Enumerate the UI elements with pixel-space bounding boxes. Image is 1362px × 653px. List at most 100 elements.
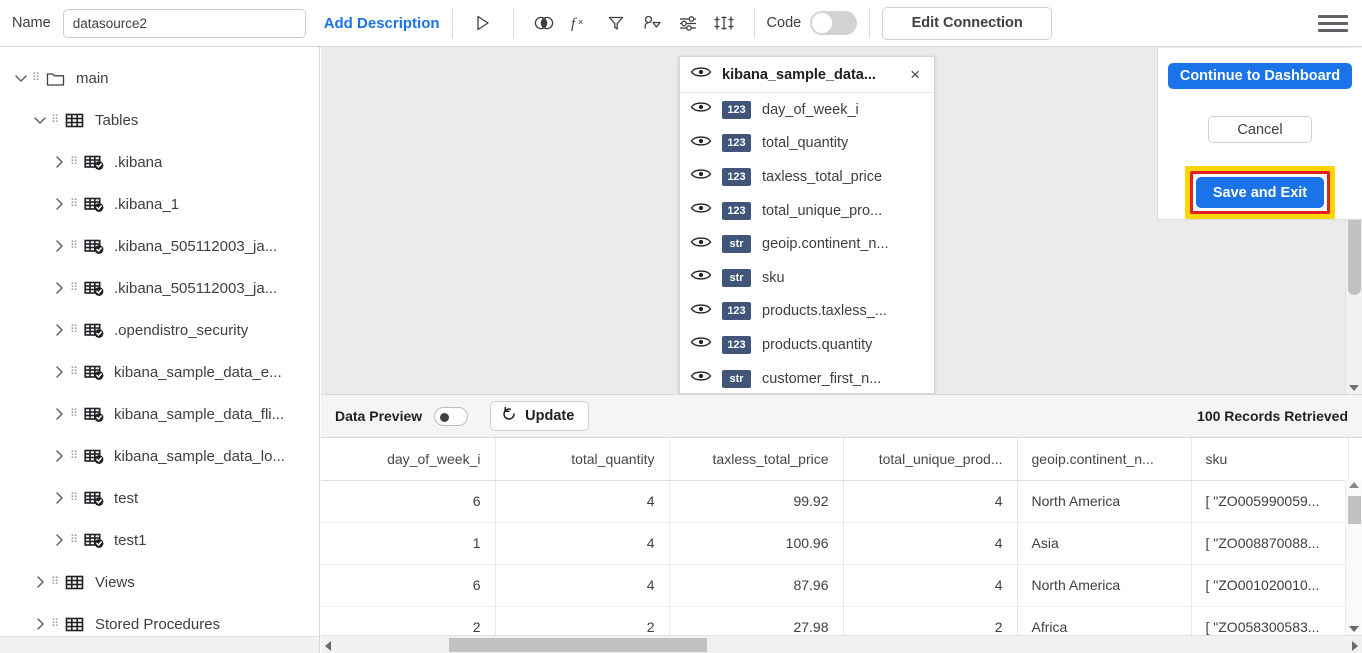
close-icon[interactable]: × [906,65,924,85]
filter-icon[interactable] [598,6,634,40]
group-by-icon[interactable] [634,6,670,40]
eye-icon[interactable] [690,167,712,186]
table-column-header[interactable]: geoip.continent_n... [1017,438,1192,481]
scroll-left-arrow-icon[interactable] [325,641,331,651]
settings-sliders-icon[interactable] [670,6,706,40]
table-hscroll-thumb[interactable] [449,638,707,652]
sidebar-item-kibana-sample-data-fli[interactable]: ⠿ kibana_sample_data_fli... [0,393,319,435]
cancel-button[interactable]: Cancel [1208,116,1312,143]
function-icon[interactable]: f × [562,6,598,40]
sidebar-item-kibana-505112003-ja[interactable]: ⠿ .kibana_505112003_ja... [0,267,319,309]
table-scroll-up-arrow-icon[interactable] [1349,482,1359,488]
eye-icon[interactable] [690,100,712,119]
drag-handle-icon[interactable]: ⠿ [70,409,84,420]
field-row[interactable]: 123 products.quantity [680,328,934,362]
eye-icon[interactable] [690,369,712,388]
sidebar-item-views[interactable]: ⠿ Views [0,561,319,603]
table-column-header[interactable]: taxless_total_price [669,438,844,481]
chevron-right-icon[interactable] [48,238,70,254]
table-column-header[interactable]: day_of_week_i [321,438,496,481]
chevron-right-icon[interactable] [48,154,70,170]
drag-handle-icon[interactable]: ⠿ [70,451,84,462]
chevron-right-icon[interactable] [48,490,70,506]
drag-handle-icon[interactable]: ⠿ [70,157,84,168]
edit-connection-button[interactable]: Edit Connection [882,6,1053,40]
sidebar-item-kibana-sample-data-e[interactable]: ⠿ kibana_sample_data_e... [0,351,319,393]
drag-handle-icon[interactable]: ⠿ [70,283,84,294]
column-settings-icon[interactable] [706,6,742,40]
sidebar-item-kibana-505112003-ja[interactable]: ⠿ .kibana_505112003_ja... [0,225,319,267]
chevron-right-icon[interactable] [48,532,70,548]
chevron-right-icon[interactable] [48,280,70,296]
add-description-link[interactable]: Add Description [324,15,440,32]
sidebar-item-kibana-1[interactable]: ⠿ .kibana_1 [0,183,319,225]
run-icon[interactable] [465,6,501,40]
table-column-header[interactable]: total_unique_prod... [843,438,1018,481]
table-row: 2 2 27.98 2 Africa[ "ZO058300583... [321,606,1362,635]
drag-handle-icon[interactable]: ⠿ [51,115,65,126]
scroll-right-arrow-icon[interactable] [1352,641,1358,651]
schema-tree-sidebar[interactable]: ⠿ main ⠿ Tables ⠿ .kibana ⠿ .kibana_1 ⠿ .kibana_5… [0,47,320,653]
data-preview-table-container[interactable]: day_of_week_i total_quantity taxless_total… [321,438,1362,635]
eye-icon[interactable] [690,65,712,84]
sidebar-item-kibana-sample-data-lo[interactable]: ⠿ kibana_sample_data_lo... [0,435,319,477]
drag-handle-icon[interactable]: ⠿ [32,73,46,84]
table-vertical-scrollbar[interactable] [1345,480,1362,635]
drag-handle-icon[interactable]: ⠿ [70,325,84,336]
chevron-right-icon[interactable] [29,616,51,632]
eye-icon[interactable] [690,201,712,220]
field-row[interactable]: 123 day_of_week_i [680,93,934,127]
eye-icon[interactable] [690,268,712,287]
table-scroll-down-arrow-icon[interactable] [1349,626,1359,632]
chevron-down-icon[interactable] [29,112,51,128]
field-list-panel[interactable]: kibana_sample_data... × 123 day_of_week_i… [679,56,935,394]
drag-handle-icon[interactable]: ⠿ [51,577,65,588]
eye-icon[interactable] [690,134,712,153]
update-button[interactable]: Update [490,401,590,431]
field-row[interactable]: str sku [680,261,934,295]
chevron-right-icon[interactable] [48,364,70,380]
table-horizontal-scrollbar[interactable] [321,635,1362,653]
drag-handle-icon[interactable]: ⠿ [70,367,84,378]
chevron-down-icon[interactable] [10,70,32,86]
sidebar-horizontal-scrollbar[interactable] [0,636,319,653]
chevron-right-icon[interactable] [48,196,70,212]
eye-icon[interactable] [690,335,712,354]
table-column-header[interactable]: sku [1191,438,1349,481]
sidebar-item-test[interactable]: ⠿ test [0,477,319,519]
data-preview-toggle[interactable] [434,406,469,426]
eye-icon[interactable] [690,302,712,321]
table-scroll-thumb[interactable] [1348,496,1361,524]
field-row[interactable]: 123 total_quantity [680,127,934,161]
chevron-right-icon[interactable] [48,448,70,464]
table-column-header[interactable]: total_quantity [495,438,670,481]
sidebar-item-opendistro-security[interactable]: ⠿ .opendistro_security [0,309,319,351]
sidebar-item-kibana[interactable]: ⠿ .kibana [0,141,319,183]
continue-to-dashboard-button[interactable]: Continue to Dashboard [1167,63,1353,90]
scroll-down-arrow-icon[interactable] [1349,385,1359,391]
drag-handle-icon[interactable]: ⠿ [51,619,65,630]
table-header-row: day_of_week_i total_quantity taxless_total… [321,438,1362,481]
field-row[interactable]: 123 taxless_total_price [680,160,934,194]
sidebar-item-tables[interactable]: ⠿ Tables [0,99,319,141]
drag-handle-icon[interactable]: ⠿ [70,493,84,504]
eye-icon[interactable] [690,235,712,254]
drag-handle-icon[interactable]: ⠿ [70,535,84,546]
chevron-right-icon[interactable] [29,574,51,590]
drag-handle-icon[interactable]: ⠿ [70,199,84,210]
field-row[interactable]: str geoip.continent_n... [680,227,934,261]
field-row[interactable]: str customer_first_n... [680,362,934,396]
save-and-exit-button[interactable]: Save and Exit [1196,177,1324,208]
code-toggle[interactable] [810,11,858,35]
sidebar-item-test1[interactable]: ⠿ test1 [0,519,319,561]
field-row[interactable]: 123 products.taxless_... [680,295,934,329]
join-icon[interactable] [526,6,562,40]
table-column-header[interactable] [1348,438,1362,481]
sidebar-item-main[interactable]: ⠿ main [0,57,319,99]
chevron-right-icon[interactable] [48,322,70,338]
field-row[interactable]: 123 total_unique_pro... [680,194,934,228]
drag-handle-icon[interactable]: ⠿ [70,241,84,252]
datasource-name-input[interactable] [62,8,306,38]
chevron-right-icon[interactable] [48,406,70,422]
menu-icon[interactable] [1318,14,1348,32]
